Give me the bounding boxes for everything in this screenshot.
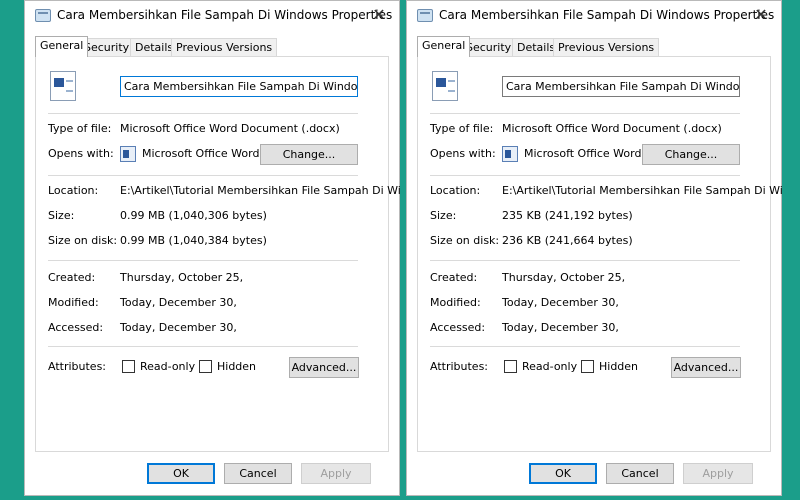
general-panel: Cara Membersihkan File Sampah Di Windows…: [417, 56, 783, 452]
change-button[interactable]: Change...: [642, 144, 740, 165]
modified-value: Today, December 30,: [120, 296, 237, 309]
read-only-checkbox[interactable]: [122, 360, 135, 373]
divider: [48, 346, 358, 347]
title-bar: Cara Membersihkan File Sampah Di Windows…: [25, 1, 399, 31]
modified-label: Modified:: [48, 296, 99, 309]
apply-button[interactable]: Apply: [683, 463, 753, 484]
properties-icon: [417, 9, 433, 22]
read-only-checkbox[interactable]: [504, 360, 517, 373]
size-on-disk-label: Size on disk:: [430, 234, 500, 247]
advanced-button[interactable]: Advanced...: [671, 357, 741, 378]
read-only-label: Read-only: [140, 360, 196, 373]
ok-button[interactable]: OK: [529, 463, 597, 484]
accessed-value: Today, December 30,: [120, 321, 237, 334]
read-only-label: Read-only: [522, 360, 578, 373]
file-name-input[interactable]: Cara Membersihkan File Sampah Di Windows: [120, 76, 358, 97]
properties-window-before: Cara Membersihkan File Sampah Di Windows…: [24, 0, 401, 496]
size-on-disk-value: 0.99 MB (1,040,384 bytes): [120, 234, 267, 247]
opens-with-label: Opens with:: [430, 147, 496, 160]
accessed-label: Accessed:: [48, 321, 104, 334]
properties-window-after: Cara Membersihkan File Sampah Di Windows…: [406, 0, 783, 496]
created-label: Created:: [48, 271, 96, 284]
word-document-icon: [432, 71, 458, 101]
created-value: Thursday, October 25,: [502, 271, 626, 284]
advanced-button[interactable]: Advanced...: [289, 357, 359, 378]
divider: [48, 260, 358, 261]
hidden-checkbox[interactable]: [199, 360, 212, 373]
type-of-file-label: Type of file:: [430, 122, 494, 135]
type-of-file-value: Microsoft Office Word Document (.docx): [120, 122, 340, 135]
divider: [48, 113, 358, 114]
accessed-value: Today, December 30,: [502, 321, 619, 334]
word-document-icon: [50, 71, 76, 101]
size-value: 0.99 MB (1,040,306 bytes): [120, 209, 267, 222]
modified-value: Today, December 30,: [502, 296, 619, 309]
location-label: Location:: [48, 184, 99, 197]
window-title: Cara Membersihkan File Sampah Di Windows…: [57, 8, 393, 22]
size-on-disk-value: 236 KB (241,664 bytes): [502, 234, 633, 247]
cancel-button[interactable]: Cancel: [224, 463, 292, 484]
created-value: Thursday, October 25,: [120, 271, 244, 284]
word-app-icon: [502, 146, 518, 162]
window-title: Cara Membersihkan File Sampah Di Windows…: [439, 8, 775, 22]
attributes-label: Attributes:: [430, 360, 489, 373]
hidden-label: Hidden: [599, 360, 639, 373]
divider: [430, 346, 740, 347]
tab-general[interactable]: General: [417, 36, 471, 57]
location-value: E:\Artikel\Tutorial Membersihkan File Sa…: [120, 184, 401, 197]
change-button[interactable]: Change...: [260, 144, 358, 165]
attributes-label: Attributes:: [48, 360, 107, 373]
cancel-button[interactable]: Cancel: [606, 463, 674, 484]
divider: [430, 175, 740, 176]
size-on-disk-label: Size on disk:: [48, 234, 118, 247]
properties-icon: [35, 9, 51, 22]
divider: [48, 175, 358, 176]
location-label: Location:: [430, 184, 481, 197]
opens-with-value: Microsoft Office Word: [142, 147, 260, 160]
file-name-input[interactable]: Cara Membersihkan File Sampah Di Windows: [502, 76, 740, 97]
location-value: E:\Artikel\Tutorial Membersihkan File Sa…: [502, 184, 783, 197]
tab-previous-versions[interactable]: Previous Versions: [553, 38, 660, 56]
hidden-checkbox[interactable]: [581, 360, 594, 373]
created-label: Created:: [430, 271, 478, 284]
word-app-icon: [120, 146, 136, 162]
tab-general[interactable]: General: [35, 36, 89, 57]
size-value: 235 KB (241,192 bytes): [502, 209, 633, 222]
close-icon[interactable]: ✕: [751, 5, 771, 25]
size-label: Size:: [48, 209, 75, 222]
size-label: Size:: [430, 209, 457, 222]
general-panel: Cara Membersihkan File Sampah Di Windows…: [35, 56, 401, 452]
opens-with-value: Microsoft Office Word: [524, 147, 642, 160]
ok-button[interactable]: OK: [147, 463, 215, 484]
tab-previous-versions[interactable]: Previous Versions: [171, 38, 278, 56]
opens-with-label: Opens with:: [48, 147, 114, 160]
type-of-file-label: Type of file:: [48, 122, 112, 135]
hidden-label: Hidden: [217, 360, 257, 373]
apply-button[interactable]: Apply: [301, 463, 371, 484]
type-of-file-value: Microsoft Office Word Document (.docx): [502, 122, 722, 135]
title-bar: Cara Membersihkan File Sampah Di Windows…: [407, 1, 781, 31]
divider: [430, 113, 740, 114]
divider: [430, 260, 740, 261]
accessed-label: Accessed:: [430, 321, 486, 334]
modified-label: Modified:: [430, 296, 481, 309]
close-icon[interactable]: ✕: [369, 5, 389, 25]
